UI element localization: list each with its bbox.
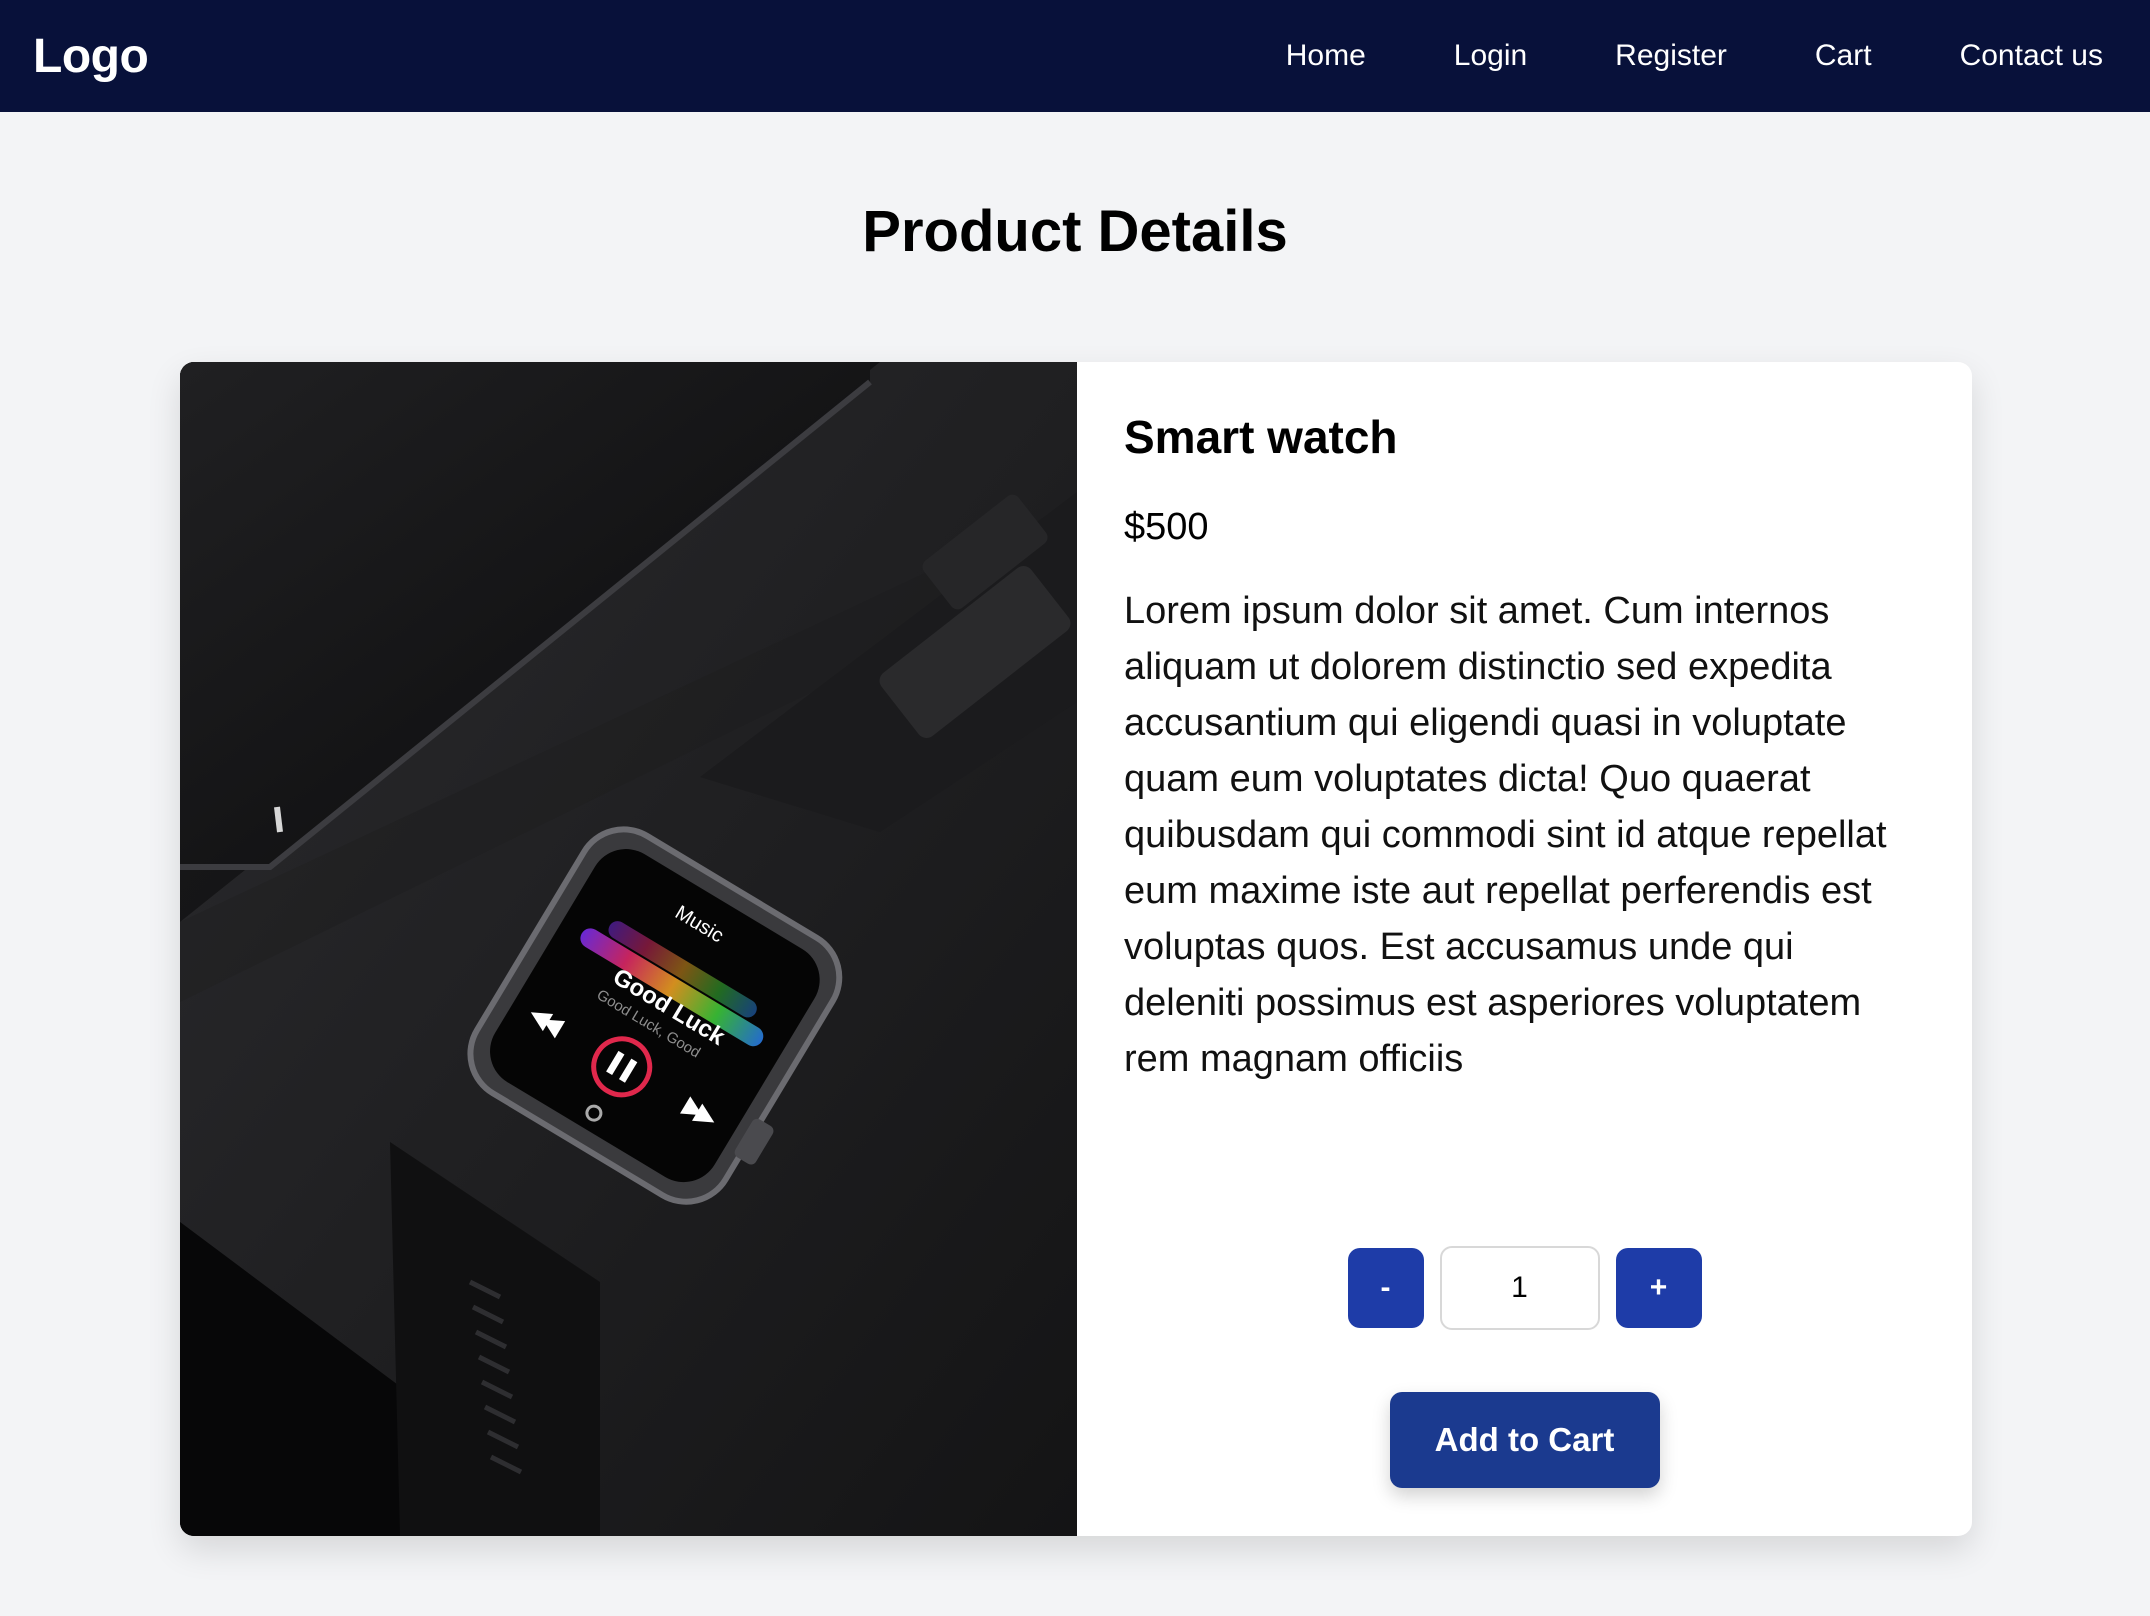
quantity-input[interactable]: 1 xyxy=(1439,1246,1600,1330)
nav-link-home[interactable]: Home xyxy=(1286,39,1366,73)
nav-links: Home Login Register Cart Contact us xyxy=(1286,39,2103,73)
nav-link-login[interactable]: Login xyxy=(1454,39,1527,73)
logo[interactable]: Logo xyxy=(33,29,149,84)
product-name: Smart watch xyxy=(1124,411,1398,463)
product-card: Music Good Luck Good Luck, Good Smart wa… xyxy=(180,362,1972,1536)
page-title: Product Details xyxy=(862,199,1288,264)
smart-watch-photo: Music Good Luck Good Luck, Good xyxy=(180,362,1077,1536)
product-image: Music Good Luck Good Luck, Good xyxy=(180,362,1077,1536)
product-price: $500 xyxy=(1124,506,1209,548)
nav-link-contact[interactable]: Contact us xyxy=(1960,39,2103,73)
add-to-cart-button[interactable]: Add to Cart xyxy=(1389,1392,1660,1488)
nav-link-cart[interactable]: Cart xyxy=(1815,39,1872,73)
product-description: Lorem ipsum dolor sit amet. Cum internos… xyxy=(1124,590,1887,1080)
product-details: Smart watch $500 Lorem ipsum dolor sit a… xyxy=(1077,362,1972,1536)
decrement-button[interactable]: - xyxy=(1347,1248,1424,1328)
quantity-stepper: - 1 + xyxy=(1077,1246,1972,1330)
nav-link-register[interactable]: Register xyxy=(1615,39,1727,73)
navbar: Logo Home Login Register Cart Contact us xyxy=(0,0,2150,112)
increment-button[interactable]: + xyxy=(1615,1248,1702,1328)
